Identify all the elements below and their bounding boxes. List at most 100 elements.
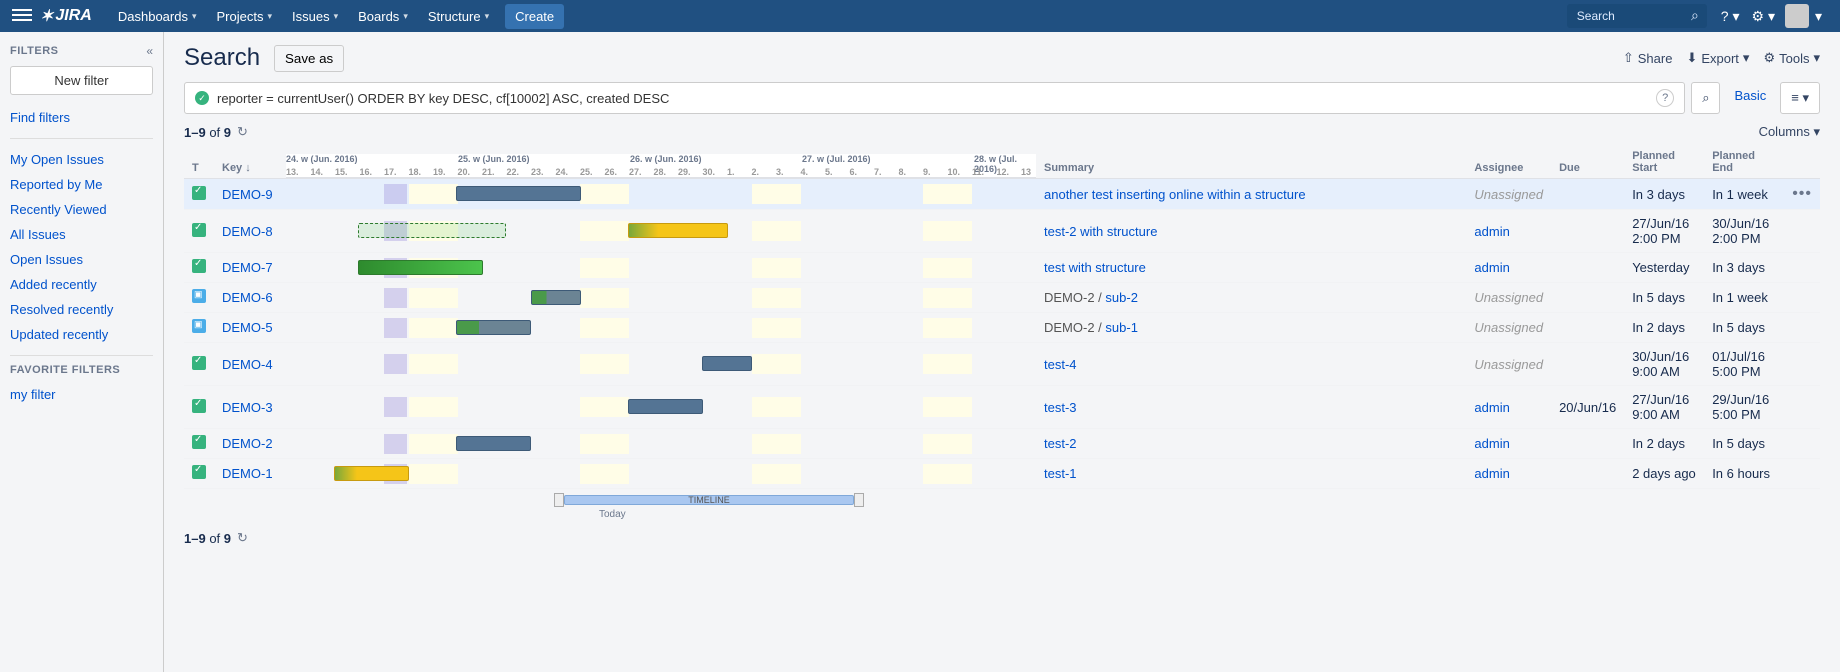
share-button[interactable]: ⇧ Share [1623, 50, 1673, 66]
search-button[interactable]: ⌕ [1691, 82, 1720, 114]
filter-link[interactable]: Open Issues [10, 247, 153, 272]
new-filter-button[interactable]: New filter [10, 66, 153, 95]
issue-row[interactable]: DEMO-3test-3admin20/Jun/1627/Jun/16 9:00… [184, 386, 1820, 429]
jql-input[interactable]: ✓ reporter = currentUser() ORDER BY key … [184, 82, 1685, 114]
filter-link[interactable]: My Open Issues [10, 147, 153, 172]
issue-key-link[interactable]: DEMO-5 [222, 320, 273, 335]
user-menu-icon[interactable]: ▾ [1809, 4, 1828, 29]
issue-key-link[interactable]: DEMO-2 [222, 436, 273, 451]
timeline-scrollbar[interactable]: TIMELINE [284, 493, 1034, 507]
issue-key-link[interactable]: DEMO-4 [222, 357, 273, 372]
gantt-bar[interactable] [628, 399, 703, 414]
filter-link[interactable]: Added recently [10, 272, 153, 297]
help-icon[interactable]: ? ▾ [1715, 4, 1746, 29]
issue-key-link[interactable]: DEMO-7 [222, 260, 273, 275]
summary-link[interactable]: another test inserting online within a s… [1044, 187, 1306, 202]
summary-link[interactable]: test-4 [1044, 357, 1077, 372]
summary-link[interactable]: test-2 [1044, 436, 1077, 451]
collapse-sidebar-icon[interactable]: « [146, 44, 153, 58]
assignee-link[interactable]: admin [1474, 400, 1509, 415]
jira-logo[interactable]: JIRA [40, 6, 92, 26]
refresh-icon[interactable]: ↻ [237, 124, 248, 140]
issue-key-link[interactable]: DEMO-1 [222, 466, 273, 481]
summary-link[interactable]: test-1 [1044, 466, 1077, 481]
col-pend[interactable]: Planned End [1704, 146, 1784, 179]
story-icon [192, 356, 206, 370]
story-icon [192, 465, 206, 479]
assignee-link[interactable]: admin [1474, 260, 1509, 275]
tools-button[interactable]: ⚙ Tools ▾ [1763, 50, 1820, 66]
gantt-bar[interactable] [456, 436, 531, 451]
issue-row[interactable]: DEMO-7test with structureadminYesterdayI… [184, 253, 1820, 283]
nav-boards[interactable]: Boards [350, 5, 416, 28]
story-icon [192, 435, 206, 449]
issue-row[interactable]: DEMO-1test-1admin2 days agoIn 6 hours [184, 459, 1820, 489]
find-filters-link[interactable]: Find filters [10, 105, 153, 130]
save-as-button[interactable]: Save as [274, 45, 344, 72]
issue-row[interactable]: DEMO-6DEMO-2 / sub-2UnassignedIn 5 daysI… [184, 283, 1820, 313]
page-title: Search [184, 44, 260, 72]
user-avatar[interactable] [1785, 4, 1809, 28]
filter-link[interactable]: All Issues [10, 222, 153, 247]
refresh-icon-bottom[interactable]: ↻ [237, 530, 248, 546]
issue-row[interactable]: DEMO-4test-4Unassigned30/Jun/16 9:00 AM0… [184, 343, 1820, 386]
gantt-bar[interactable] [456, 320, 531, 335]
filter-link[interactable]: Resolved recently [10, 297, 153, 322]
story-icon [192, 186, 206, 200]
gantt-bar[interactable] [628, 223, 728, 238]
assignee-link[interactable]: admin [1474, 436, 1509, 451]
favorite-filters-title: FAVORITE FILTERS [10, 364, 153, 376]
summary-link[interactable]: test with structure [1044, 260, 1146, 275]
nav-structure[interactable]: Structure [420, 5, 497, 28]
filter-link[interactable]: Updated recently [10, 322, 153, 347]
subtask-icon [192, 319, 206, 333]
issue-key-link[interactable]: DEMO-6 [222, 290, 273, 305]
nav-dashboards[interactable]: Dashboards [110, 5, 205, 28]
gantt-bar[interactable] [702, 356, 752, 371]
issue-row[interactable]: DEMO-5DEMO-2 / sub-1UnassignedIn 2 daysI… [184, 313, 1820, 343]
gantt-bar[interactable] [358, 260, 483, 275]
nav-projects[interactable]: Projects [209, 5, 281, 28]
jql-help-icon[interactable]: ? [1656, 89, 1674, 107]
global-search-input[interactable] [1567, 4, 1707, 28]
gantt-bar[interactable] [456, 186, 581, 201]
col-pstart[interactable]: Planned Start [1624, 146, 1704, 179]
summary-link[interactable]: sub-1 [1105, 320, 1138, 335]
export-button[interactable]: ⬇ Export ▾ [1686, 50, 1749, 66]
issue-key-link[interactable]: DEMO-3 [222, 400, 273, 415]
filter-link[interactable]: Recently Viewed [10, 197, 153, 222]
issue-row[interactable]: DEMO-9 another test inserting online with… [184, 179, 1820, 210]
issue-key-link[interactable]: DEMO-8 [222, 224, 273, 239]
col-assignee[interactable]: Assignee [1466, 146, 1551, 179]
assignee-link[interactable]: admin [1474, 224, 1509, 239]
issue-key-link[interactable]: DEMO-9 [222, 187, 273, 202]
col-type[interactable]: T [184, 146, 214, 179]
summary-link[interactable]: test-3 [1044, 400, 1077, 415]
issue-row[interactable]: DEMO-8test-2 with structureadmin27/Jun/1… [184, 210, 1820, 253]
col-key[interactable]: Key ↓ [214, 146, 286, 179]
favorite-filter-link[interactable]: my filter [10, 382, 153, 407]
gantt-bar[interactable] [531, 290, 581, 305]
settings-icon[interactable]: ⚙ ▾ [1746, 4, 1781, 29]
subtask-icon [192, 289, 206, 303]
assignee-link[interactable]: admin [1474, 466, 1509, 481]
filter-link[interactable]: Reported by Me [10, 172, 153, 197]
col-summary[interactable]: Summary [1036, 146, 1466, 179]
columns-button[interactable]: Columns ▾ [1759, 124, 1820, 140]
basic-search-link[interactable]: Basic [1726, 82, 1774, 114]
create-button[interactable]: Create [505, 4, 564, 29]
col-gantt: 24. w (Jun. 2016)25. w (Jun. 2016)26. w … [286, 146, 1036, 179]
gantt-bar[interactable] [358, 223, 506, 238]
summary-link[interactable]: test-2 with structure [1044, 224, 1157, 239]
col-due[interactable]: Due [1551, 146, 1624, 179]
nav-issues[interactable]: Issues [284, 5, 346, 28]
summary-link[interactable]: sub-2 [1105, 290, 1138, 305]
view-options-button[interactable]: ≡ ▾ [1780, 82, 1820, 114]
menu-icon[interactable] [12, 6, 32, 26]
story-icon [192, 259, 206, 273]
filters-sidebar: FILTERS « New filter Find filters My Ope… [0, 32, 164, 672]
main-content: Search Save as ⇧ Share ⬇ Export ▾ ⚙ Tool… [164, 32, 1840, 672]
gantt-bar[interactable] [334, 466, 409, 481]
issue-row[interactable]: DEMO-2test-2adminIn 2 daysIn 5 days [184, 429, 1820, 459]
row-actions-icon[interactable]: ••• [1792, 185, 1812, 202]
